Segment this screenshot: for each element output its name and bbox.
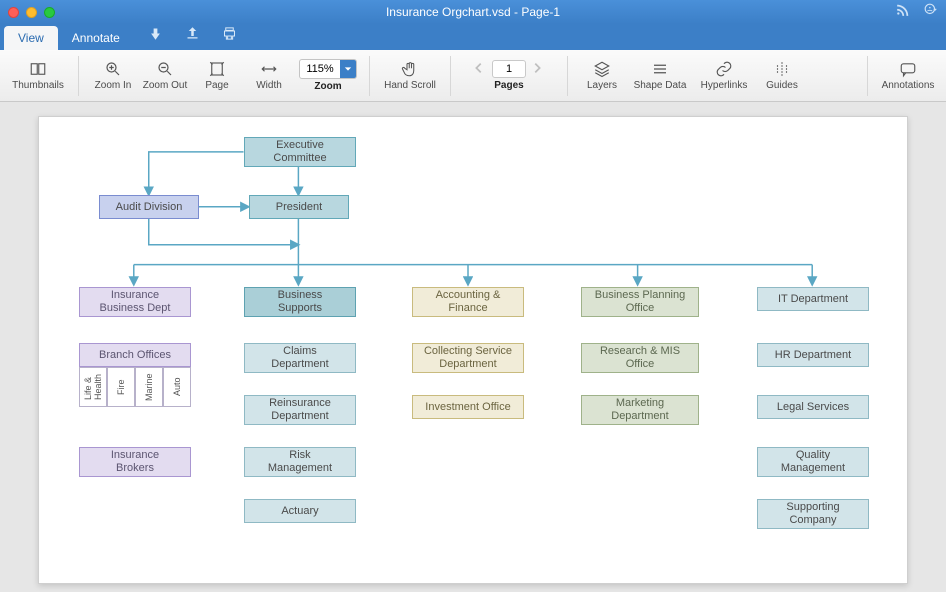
tab-view[interactable]: View — [4, 26, 58, 50]
shape-data-button[interactable]: Shape Data — [630, 53, 690, 99]
node-branch-marine[interactable]: Marine — [135, 367, 163, 407]
layers-label: Layers — [587, 80, 617, 91]
node-quality-management[interactable]: QualityManagement — [757, 447, 869, 477]
node-investment-office[interactable]: Investment Office — [412, 395, 524, 419]
export-pdf-icon[interactable] — [148, 26, 163, 46]
node-marketing-department[interactable]: MarketingDepartment — [581, 395, 699, 425]
node-reinsurance[interactable]: ReinsuranceDepartment — [244, 395, 356, 425]
tab-annotate[interactable]: Annotate — [58, 26, 134, 50]
node-branch-offices[interactable]: Branch Offices — [79, 343, 191, 367]
print-icon[interactable] — [222, 26, 237, 46]
hyperlinks-label: Hyperlinks — [701, 80, 748, 91]
next-page-button[interactable] — [530, 61, 546, 77]
zoom-value-group: Zoom — [297, 53, 359, 99]
node-business-planning-office[interactable]: Business PlanningOffice — [581, 287, 699, 317]
guides-label: Guides — [766, 80, 798, 91]
ribbon-tabs: View Annotate — [0, 24, 946, 50]
zoom-out-label: Zoom Out — [143, 80, 187, 91]
node-president[interactable]: President — [249, 195, 349, 219]
prev-page-button[interactable] — [472, 61, 488, 77]
zoom-input[interactable] — [300, 63, 340, 75]
window-title: Insurance Orgchart.vsd - Page-1 — [0, 5, 946, 19]
document-page[interactable]: ExecutiveCommittee Audit Division Presid… — [38, 116, 908, 584]
node-claims-department[interactable]: ClaimsDepartment — [244, 343, 356, 373]
node-branch-life-health[interactable]: Life &Health — [79, 367, 107, 407]
rss-icon[interactable] — [896, 3, 910, 22]
node-business-supports[interactable]: BusinessSupports — [244, 287, 356, 317]
node-executive-committee[interactable]: ExecutiveCommittee — [244, 137, 356, 167]
annotations-button[interactable]: Annotations — [878, 53, 938, 99]
zoom-page-label: Page — [205, 80, 228, 91]
node-risk-management[interactable]: RiskManagement — [244, 447, 356, 477]
node-it-department[interactable]: IT Department — [757, 287, 869, 311]
node-insurance-brokers[interactable]: InsuranceBrokers — [79, 447, 191, 477]
zoom-out-button[interactable]: Zoom Out — [141, 53, 189, 99]
zoom-in-label: Zoom In — [95, 80, 132, 91]
node-legal-services[interactable]: Legal Services — [757, 395, 869, 419]
page-number-input[interactable] — [492, 60, 526, 78]
thumbnails-label: Thumbnails — [12, 80, 64, 91]
zoom-width-label: Width — [256, 80, 282, 91]
node-branch-auto[interactable]: Auto — [163, 367, 191, 407]
annotations-label: Annotations — [882, 80, 935, 91]
window-titlebar: Insurance Orgchart.vsd - Page-1 — [0, 0, 946, 24]
zoom-combo[interactable] — [299, 59, 357, 79]
layers-button[interactable]: Layers — [578, 53, 626, 99]
zoom-label: Zoom — [314, 81, 341, 92]
zoom-page-button[interactable]: Page — [193, 53, 241, 99]
node-accounting-finance[interactable]: Accounting &Finance — [412, 287, 524, 317]
node-branch-fire[interactable]: Fire — [107, 367, 135, 407]
hand-scroll-label: Hand Scroll — [384, 80, 436, 91]
pages-label: Pages — [494, 80, 523, 91]
node-research-mis[interactable]: Research & MISOffice — [581, 343, 699, 373]
share-icon[interactable] — [185, 26, 200, 46]
user-menu-icon[interactable] — [924, 3, 938, 22]
zoom-in-button[interactable]: Zoom In — [89, 53, 137, 99]
hand-scroll-button[interactable]: Hand Scroll — [380, 53, 440, 99]
document-workspace[interactable]: ExecutiveCommittee Audit Division Presid… — [0, 102, 946, 592]
guides-button[interactable]: Guides — [758, 53, 806, 99]
shape-data-label: Shape Data — [634, 80, 687, 91]
node-audit-division[interactable]: Audit Division — [99, 195, 199, 219]
node-supporting-company[interactable]: SupportingCompany — [757, 499, 869, 529]
pages-group: Pages — [461, 53, 557, 99]
node-hr-department[interactable]: HR Department — [757, 343, 869, 367]
zoom-dropdown-icon[interactable] — [340, 60, 356, 78]
thumbnails-button[interactable]: Thumbnails — [8, 53, 68, 99]
node-insurance-business-dept[interactable]: InsuranceBusiness Dept — [79, 287, 191, 317]
node-collecting-service[interactable]: Collecting ServiceDepartment — [412, 343, 524, 373]
zoom-width-button[interactable]: Width — [245, 53, 293, 99]
node-actuary[interactable]: Actuary — [244, 499, 356, 523]
hyperlinks-button[interactable]: Hyperlinks — [694, 53, 754, 99]
toolbar: Thumbnails Zoom In Zoom Out Page Width Z… — [0, 50, 946, 102]
